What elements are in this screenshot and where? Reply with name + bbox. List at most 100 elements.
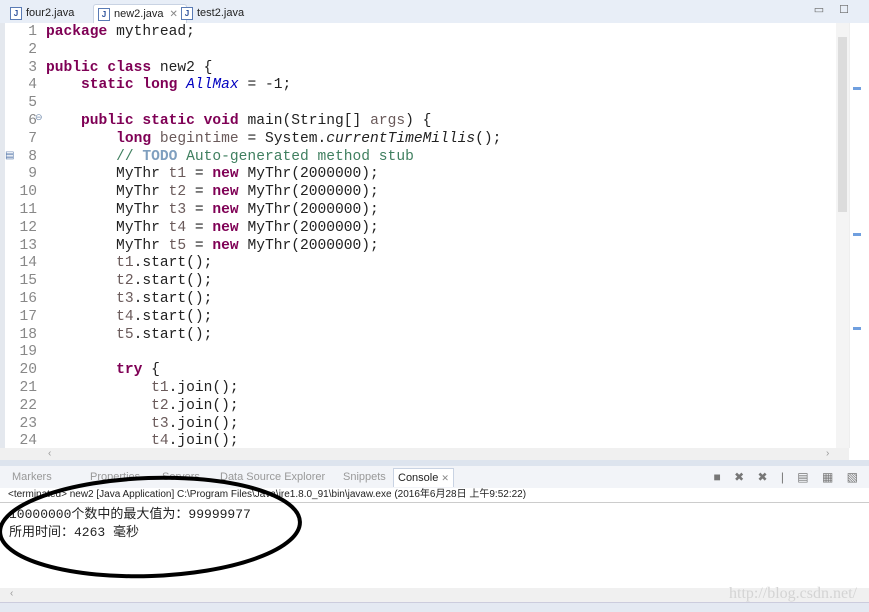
scroll-right-icon: › bbox=[826, 448, 830, 459]
code-text: t2.join(); bbox=[151, 397, 239, 414]
editor-tab-bar: Jfour2.java Jnew2.java ✕ Jtest2.java ▭ ☐ bbox=[0, 0, 869, 24]
scrollbar-thumb[interactable] bbox=[838, 37, 847, 212]
watermark: http://blog.csdn.net/ bbox=[729, 585, 857, 602]
line-number: 2 bbox=[28, 41, 37, 58]
line-number: 10 bbox=[19, 184, 37, 201]
console-status: <terminated> new2 [Java Application] C:\… bbox=[0, 488, 869, 503]
editor-horizontal-scrollbar[interactable]: ‹ › bbox=[0, 448, 849, 460]
ruler-marker[interactable] bbox=[853, 87, 861, 90]
java-file-icon: J bbox=[10, 7, 22, 20]
code-line[interactable]: 21 t1.join(); bbox=[5, 379, 835, 397]
code-line[interactable]: 11 MyThr t3 = new MyThr(2000000); bbox=[5, 201, 835, 219]
code-text: t3.start(); bbox=[116, 291, 213, 307]
console-output-line: 所用时间：4263 毫秒 bbox=[9, 525, 140, 540]
tab-test2-java[interactable]: Jtest2.java bbox=[177, 4, 244, 23]
code-line[interactable]: 22 t2.join(); bbox=[5, 397, 835, 415]
code-line[interactable]: 8 ▤ // TODO Auto-generated method stub bbox=[5, 148, 835, 166]
code-line[interactable]: 16 t3.start(); bbox=[5, 290, 835, 308]
line-number: 15 bbox=[19, 273, 37, 290]
code-text: MyThr t5 = new MyThr(2000000); bbox=[46, 237, 379, 254]
code-text: t4.start(); bbox=[116, 308, 213, 325]
line-number: 20 bbox=[19, 362, 37, 379]
tab-new2-java[interactable]: Jnew2.java ✕ bbox=[93, 4, 187, 24]
code-line[interactable]: 14 t1.start(); bbox=[5, 254, 835, 272]
minimize-maximize-buttons[interactable]: ▭ ☐ bbox=[814, 3, 855, 16]
tab-markers[interactable]: Markers bbox=[12, 471, 52, 483]
line-number: 19 bbox=[19, 344, 37, 361]
line-number: 14 bbox=[19, 255, 37, 272]
code-text: MyThr t4 = new MyThr(2000000); bbox=[46, 219, 379, 236]
line-number: 22 bbox=[19, 397, 37, 414]
code-text: MyThr t3 = new MyThr(2000000); bbox=[46, 202, 379, 218]
line-number: 7 bbox=[28, 130, 37, 147]
tab-data-source-explorer[interactable]: Data Source Explorer bbox=[220, 471, 325, 483]
console-tab-bar: Markers Properties Servers Data Source E… bbox=[0, 466, 869, 488]
tab-servers[interactable]: Servers bbox=[162, 471, 200, 483]
code-text: package mythread; bbox=[46, 24, 195, 40]
line-number: 11 bbox=[19, 202, 37, 218]
tab-label: new2.java bbox=[114, 8, 164, 20]
code-line[interactable]: 10 MyThr t2 = new MyThr(2000000); bbox=[5, 183, 835, 201]
code-line[interactable]: 13 MyThr t5 = new MyThr(2000000); bbox=[5, 237, 835, 255]
tab-snippets[interactable]: Snippets bbox=[343, 471, 386, 483]
code-editor[interactable]: 1 package mythread; 2 3 public class new2 {4… bbox=[0, 23, 854, 448]
code-line[interactable]: 5 bbox=[5, 94, 835, 112]
tab-label: test2.java bbox=[197, 7, 245, 19]
fold-icon[interactable]: ⊖ bbox=[35, 109, 43, 127]
overview-ruler bbox=[849, 23, 869, 448]
ruler-marker[interactable] bbox=[853, 233, 861, 236]
java-file-icon: J bbox=[98, 8, 110, 21]
code-text: static long AllMax = -1; bbox=[81, 77, 292, 94]
line-number: 4 bbox=[28, 77, 37, 94]
code-line[interactable]: 2 bbox=[5, 41, 835, 59]
code-line[interactable]: 20 try { bbox=[5, 361, 835, 379]
scroll-left-icon: ‹ bbox=[48, 448, 52, 459]
code-text: MyThr t2 = new MyThr(2000000); bbox=[46, 184, 379, 201]
code-text: t4.join(); bbox=[151, 433, 239, 448]
line-number: 21 bbox=[19, 380, 37, 396]
line-number: 5 bbox=[28, 95, 37, 112]
close-tab-icon[interactable]: ✕ bbox=[441, 473, 449, 483]
console-output-line: 10000000个数中的最大值为：99999977 bbox=[9, 507, 251, 522]
code-line[interactable]: 17 t4.start(); bbox=[5, 308, 835, 326]
code-text: long begintime = System.currentTimeMilli… bbox=[116, 130, 502, 147]
line-number: 18 bbox=[19, 326, 37, 343]
code-line[interactable]: 6 ⊖ public static void main(String[] args… bbox=[5, 112, 835, 130]
code-line[interactable]: 1 package mythread; bbox=[5, 23, 835, 41]
line-number: 1 bbox=[28, 24, 37, 40]
tab-properties[interactable]: Properties bbox=[90, 471, 140, 483]
code-line[interactable]: 15 t2.start(); bbox=[5, 272, 835, 290]
task-marker-icon[interactable]: ▤ bbox=[5, 148, 14, 166]
code-line[interactable]: 9 MyThr t1 = new MyThr(2000000); bbox=[5, 165, 835, 183]
vertical-scrollbar[interactable] bbox=[836, 23, 849, 448]
code-line[interactable]: 12 MyThr t4 = new MyThr(2000000); bbox=[5, 219, 835, 237]
code-text: public static void main(String[] args) { bbox=[81, 113, 432, 129]
code-text: t1.start(); bbox=[116, 255, 213, 272]
code-text: // TODO Auto-generated method stub bbox=[116, 148, 414, 165]
code-line[interactable]: 23 t3.join(); bbox=[5, 415, 835, 433]
tab-label: Console bbox=[398, 472, 439, 484]
line-number: 6 bbox=[28, 113, 37, 129]
code-line[interactable]: 19 bbox=[5, 343, 835, 361]
code-line[interactable]: 4 static long AllMax = -1; bbox=[5, 76, 835, 94]
ruler-marker[interactable] bbox=[853, 327, 861, 330]
console-toolbar[interactable]: ■ ✖ ✖ | ▤ ▦ ▧ bbox=[714, 470, 864, 484]
line-number: 17 bbox=[19, 308, 37, 325]
code-text: MyThr t1 = new MyThr(2000000); bbox=[46, 166, 379, 183]
java-file-icon: J bbox=[181, 7, 193, 20]
line-number: 12 bbox=[19, 219, 37, 236]
line-number: 9 bbox=[28, 166, 37, 183]
code-text: t3.join(); bbox=[151, 415, 239, 432]
code-text: public class new2 { bbox=[46, 59, 213, 76]
code-line[interactable]: 7 long begintime = System.currentTimeMil… bbox=[5, 130, 835, 148]
code-line[interactable]: 24 t4.join(); bbox=[5, 432, 835, 448]
tab-four2-java[interactable]: Jfour2.java bbox=[6, 4, 74, 23]
tab-console[interactable]: Console ✕ bbox=[393, 468, 454, 487]
code-line[interactable]: 18 t5.start(); bbox=[5, 326, 835, 344]
line-number: 23 bbox=[19, 415, 37, 432]
code-text: t1.join(); bbox=[151, 380, 239, 396]
line-number: 3 bbox=[28, 59, 37, 76]
code-text: t2.start(); bbox=[116, 273, 213, 290]
tab-label: four2.java bbox=[26, 7, 75, 19]
code-line[interactable]: 3 public class new2 { bbox=[5, 59, 835, 77]
